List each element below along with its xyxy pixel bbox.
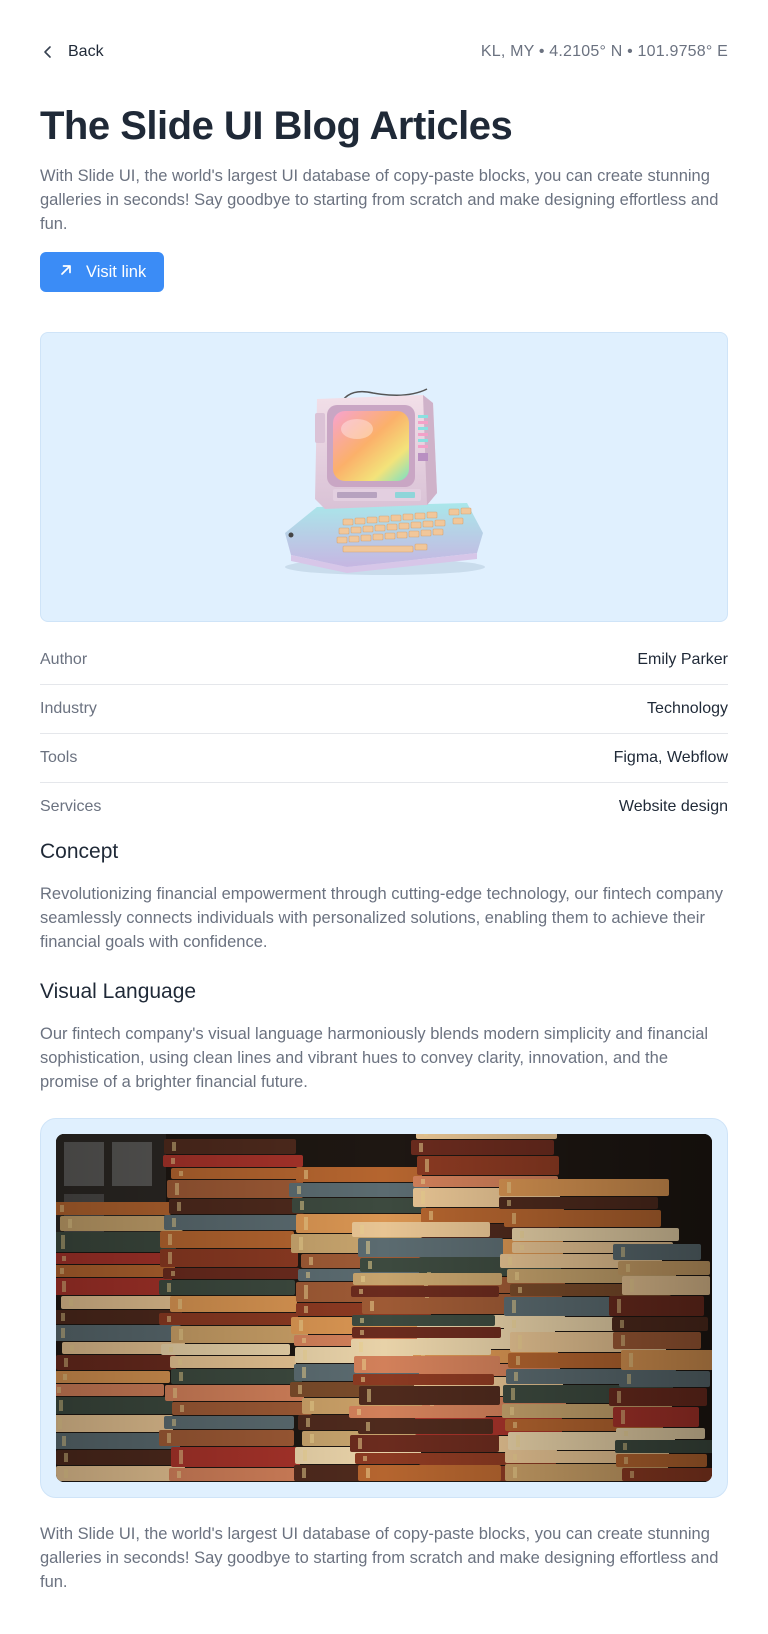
- info-label: Industry: [40, 700, 97, 717]
- books-image: [56, 1134, 712, 1482]
- concept-text: Revolutionizing financial empowerment th…: [40, 885, 724, 951]
- top-bar: Back KL, MY • 4.2105° N • 101.9758° E: [40, 40, 728, 64]
- footer-text: With Slide UI, the world's largest UI da…: [40, 1525, 719, 1591]
- info-row-author: Author Emily Parker: [40, 636, 728, 685]
- info-label: Tools: [40, 749, 78, 766]
- info-value: Technology: [647, 700, 728, 717]
- info-row-industry: Industry Technology: [40, 685, 728, 734]
- visual-language-heading: Visual Language: [40, 980, 197, 1003]
- chevron-left-icon: [40, 44, 56, 60]
- intro-text: With Slide UI, the world's largest UI da…: [40, 167, 719, 233]
- visit-link-button[interactable]: Visit link: [40, 252, 165, 292]
- info-label: Services: [40, 798, 102, 815]
- project-info-table: Author Emily Parker Industry Technology …: [40, 636, 728, 831]
- info-value: Figma, Webflow: [613, 749, 728, 766]
- visual-language-text: Our fintech company's visual language ha…: [40, 1025, 709, 1091]
- gallery-card: [40, 1118, 728, 1498]
- info-label: Author: [40, 651, 88, 668]
- info-value: Website design: [618, 798, 728, 815]
- info-row-tools: Tools Figma, Webflow: [40, 734, 728, 783]
- stacked-books-illustration: [56, 1134, 712, 1482]
- visit-link-label: Visit link: [86, 262, 147, 281]
- retro-computer-illustration: [285, 388, 485, 575]
- info-row-services: Services Website design: [40, 783, 728, 831]
- info-value: Emily Parker: [637, 651, 728, 668]
- back-label: Back: [68, 43, 104, 60]
- back-button[interactable]: Back: [40, 43, 104, 61]
- concept-heading: Concept: [40, 840, 119, 863]
- arrow-up-right-icon: [58, 262, 74, 283]
- hero-illustration: [40, 332, 728, 622]
- page-title: The Slide UI Blog Articles: [40, 104, 513, 148]
- location-coordinates: KL, MY • 4.2105° N • 101.9758° E: [480, 43, 728, 60]
